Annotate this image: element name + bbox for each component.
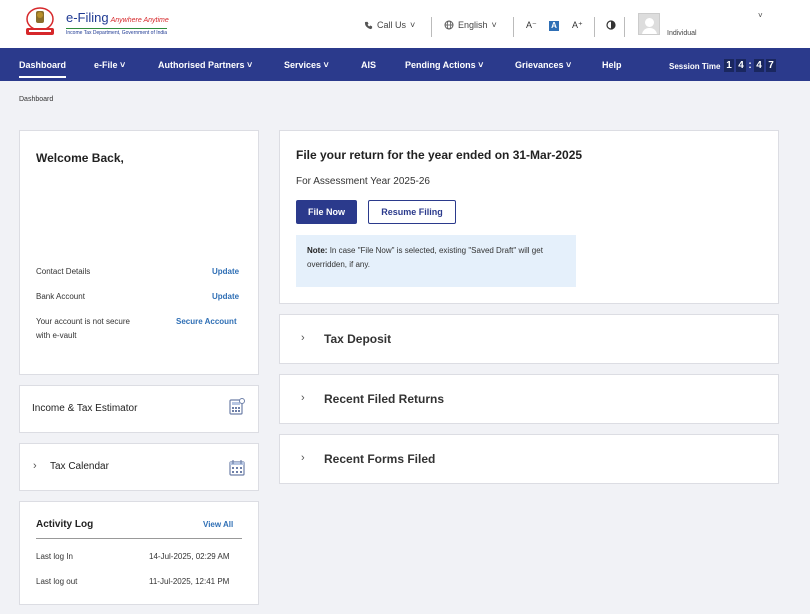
divider [624,17,625,37]
secure-account-link[interactable]: Secure Account [176,317,237,326]
note-box: Note: In case "File Now" is selected, ex… [296,235,576,287]
font-increase-button[interactable]: A⁺ [572,20,583,31]
last-logout-label: Last log out [36,577,77,586]
recent-forms-filed-accordion[interactable]: › Recent Forms Filed [279,434,779,484]
account-security-label: Your account is not secure with e-vault [36,315,136,343]
accordion-title: Recent Forms Filed [324,452,435,466]
welcome-card: Welcome Back, Contact Details Update Ban… [19,130,259,375]
chevron-down-icon: ˅ [492,20,497,30]
chevron-right-icon: › [33,460,37,472]
estimator-title: Income & Tax Estimator [32,403,137,414]
resume-filing-button[interactable]: Resume Filing [368,200,456,224]
call-us-dropdown[interactable]: Call Us ˅ [364,20,415,30]
nav-grievances[interactable]: Grievances ˅ [515,60,571,70]
assessment-year-label: For Assessment Year 2025-26 [296,176,430,187]
chevron-right-icon: › [301,392,305,404]
globe-icon [444,20,454,30]
emblem-icon [20,6,60,38]
session-time-label: Session Time [669,62,720,71]
last-login-label: Last log In [36,552,73,561]
avatar[interactable] [638,13,660,35]
nav-help[interactable]: Help [602,60,622,70]
font-decrease-button[interactable]: A⁻ [526,20,537,31]
nav-authorised-partners[interactable]: Authorised Partners ˅ [158,60,252,70]
session-digit: 4 [754,59,764,72]
language-dropdown[interactable]: English ˅ [444,20,497,30]
note-text: In case "File Now" is selected, existing… [307,246,543,269]
chevron-right-icon: › [301,452,305,464]
breadcrumb[interactable]: Dashboard [19,96,53,103]
tax-calendar-card[interactable]: › Tax Calendar [19,443,259,491]
file-return-card: File your return for the year ended on 3… [279,130,779,304]
file-return-title: File your return for the year ended on 3… [296,148,582,162]
tax-deposit-accordion[interactable]: › Tax Deposit [279,314,779,364]
session-digit: 1 [724,59,734,72]
activity-log-card: Activity Log View All Last log In 14-Jul… [19,501,259,605]
chevron-down-icon[interactable]: ˅ [758,11,763,20]
contrast-icon [606,20,616,30]
income-tax-estimator-card[interactable]: Income & Tax Estimator [19,385,259,433]
last-logout-value: 11-Jul-2025, 12:41 PM [149,577,229,586]
calculator-icon [229,398,245,415]
session-digit: 7 [766,59,776,72]
brand-title: e-FilingAnywhere Anytime [66,10,169,25]
nav-ais[interactable]: AIS [361,60,376,70]
divider [36,538,242,539]
activity-log-title: Activity Log [36,519,93,530]
calendar-icon [229,459,245,476]
session-separator: : [748,59,752,72]
nav-services[interactable]: Services ˅ [284,60,329,70]
main-nav: Dashboard e-File ˅ Authorised Partners ˅… [0,48,810,81]
divider [431,17,432,37]
top-header: e-FilingAnywhere Anytime Income Tax Depa… [0,0,810,48]
file-now-button[interactable]: File Now [296,200,357,224]
session-digit: 4 [736,59,746,72]
font-normal-button[interactable]: A [549,21,559,31]
tax-calendar-title: Tax Calendar [50,461,109,472]
welcome-title: Welcome Back, [36,151,124,165]
brand-name: e-Filing [66,10,109,25]
view-all-link[interactable]: View All [203,520,233,529]
phone-icon [364,21,373,30]
nav-dashboard[interactable]: Dashboard [19,60,66,78]
brand-tagline: Anywhere Anytime [111,17,169,24]
call-us-label: Call Us [377,20,406,30]
session-timer: 1 4 : 4 7 [724,59,776,72]
note-label: Note: [307,246,327,255]
nav-pending-actions[interactable]: Pending Actions ˅ [405,60,483,70]
language-label: English [458,20,488,30]
user-role: Individual [667,30,697,37]
last-login-value: 14-Jul-2025, 02:29 AM [149,552,230,561]
chevron-right-icon: › [301,332,305,344]
nav-efile[interactable]: e-File ˅ [94,60,125,70]
update-contact-link[interactable]: Update [212,267,239,276]
divider [513,17,514,37]
brand-subtitle: Income Tax Department, Government of Ind… [66,28,167,36]
chevron-down-icon: ˅ [410,20,415,30]
accordion-title: Recent Filed Returns [324,392,444,406]
contrast-toggle[interactable] [606,20,616,33]
update-bank-link[interactable]: Update [212,292,239,301]
divider [594,17,595,37]
accordion-title: Tax Deposit [324,332,391,346]
bank-account-label: Bank Account [36,290,85,304]
recent-filed-returns-accordion[interactable]: › Recent Filed Returns [279,374,779,424]
contact-details-label: Contact Details [36,265,90,279]
efiling-logo[interactable]: e-FilingAnywhere Anytime Income Tax Depa… [20,6,180,42]
